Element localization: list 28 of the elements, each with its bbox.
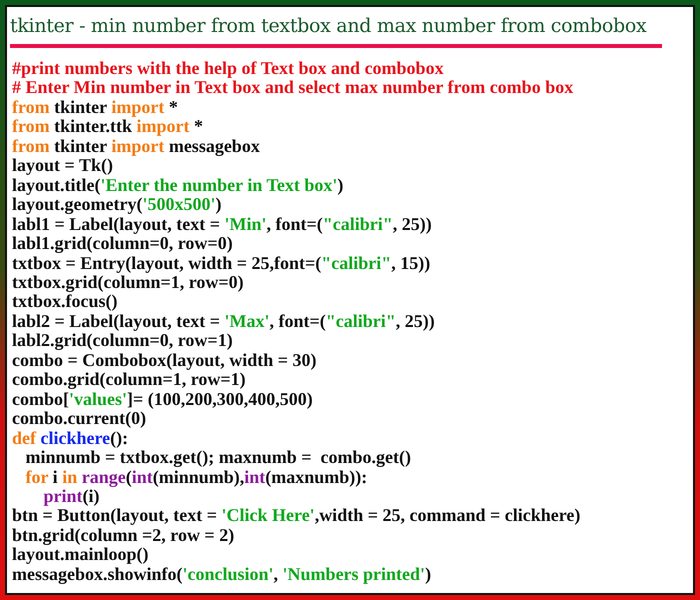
- code-line: layout = Tk(): [12, 156, 113, 176]
- code-line: combo.current(0): [12, 409, 146, 429]
- code-line: txtbox.grid(column=1, row=0): [12, 272, 244, 292]
- code-line: combo['values']= (100,200,300,400,500): [12, 390, 313, 410]
- code-line: print(i): [42, 486, 100, 506]
- code-line: combo = Combobox(layout, width = 30): [12, 350, 317, 370]
- code-line: def clickhere():: [12, 428, 128, 448]
- code-line: layout.title('Enter the number in Text box'): [12, 176, 344, 196]
- code-line: #print numbers with the help of Text box and combobox: [12, 59, 444, 78]
- code-line: labl2.grid(column=0, row=1): [12, 331, 233, 351]
- code-line: labl2 = Label(layout, text = 'Max', font=("calibri", 25)): [12, 312, 435, 332]
- code-line: from tkinter.ttk import *: [12, 117, 203, 137]
- code-line: btn = Button(layout, text = 'Click Here',width = 25, command = clickhere): [12, 506, 580, 526]
- code-line: for i in range(int(minnumb),int(maxnumb)):: [24, 468, 368, 487]
- code-line: btn.grid(column =2, row = 2): [12, 526, 234, 546]
- code-line: labl1 = Label(layout, text = 'Min', font=("calibri", 25)): [12, 214, 432, 234]
- code-line: # Enter Min number in Text box and select max number from combo box: [12, 78, 574, 98]
- code-line: layout.mainloop(): [12, 545, 149, 565]
- code-line: layout.geometry('500x500'): [12, 195, 222, 215]
- code-line: txtbox.focus(): [12, 292, 118, 312]
- code-line: labl1.grid(column=0, row=0): [12, 234, 233, 254]
- code-line: from tkinter import messagebox: [12, 136, 260, 156]
- code-line: combo.grid(column=1, row=1): [12, 370, 246, 390]
- code-line: from tkinter import *: [12, 98, 178, 118]
- code-line: txtbox = Entry(layout, width = 25,font=("calibri", 15)): [12, 254, 430, 273]
- code-line: messagebox.showinfo('conclusion', 'Numbers printed'): [12, 564, 432, 584]
- code-line: minnumb = txtbox.get(); maxnumb = combo.get(): [24, 448, 411, 468]
- page-title: tkinter - min number from textbox and max number from combobox: [10, 14, 646, 39]
